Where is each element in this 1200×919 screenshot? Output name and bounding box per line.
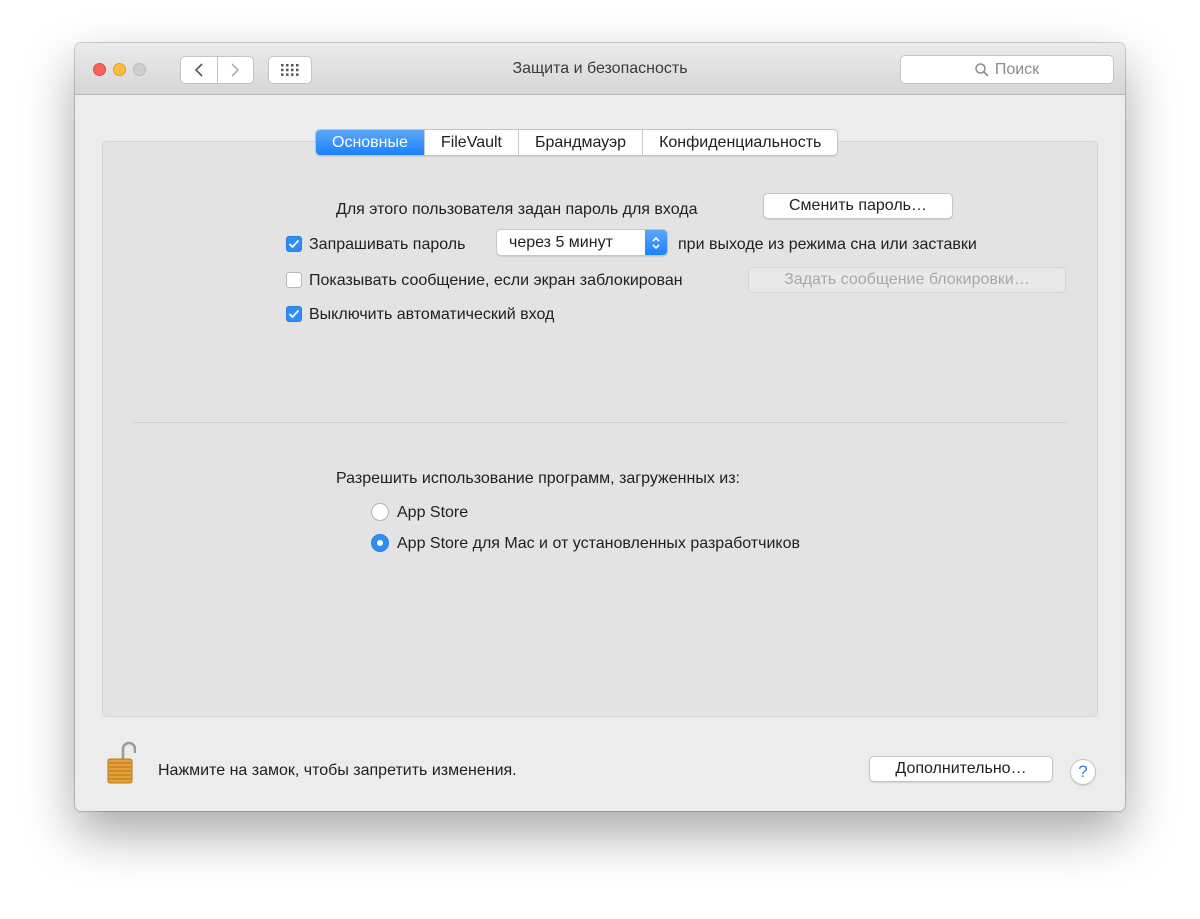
password-delay-select[interactable]: через 5 минут: [496, 229, 668, 256]
help-button[interactable]: ?: [1070, 759, 1096, 785]
search-field[interactable]: Поиск: [900, 55, 1114, 84]
lock-icon[interactable]: [106, 740, 137, 784]
preferences-window: Защита и безопасность Поиск Основные Fil…: [75, 43, 1125, 811]
search-placeholder: Поиск: [994, 60, 1040, 78]
content-panel: [102, 141, 1098, 717]
disable-auto-login-label: Выключить автоматический вход: [309, 306, 555, 323]
require-password-label: Запрашивать пароль: [309, 236, 466, 253]
set-lock-message-button: Задать сообщение блокировки…: [748, 267, 1066, 293]
tab-bar: Основные FileVault Брандмауэр Конфиденци…: [315, 129, 839, 156]
section-divider: [133, 422, 1067, 423]
tab-firewall[interactable]: Брандмауэр: [517, 130, 642, 155]
advanced-button[interactable]: Дополнительно…: [869, 756, 1053, 782]
change-password-button[interactable]: Сменить пароль…: [763, 193, 953, 219]
title-bar: Защита и безопасность Поиск: [75, 43, 1125, 95]
require-password-suffix: при выходе из режима сна или заставки: [678, 236, 977, 253]
radio-app-store[interactable]: [371, 503, 389, 521]
radio-app-store-identified-developers-label: App Store для Mac и от установленных раз…: [397, 535, 800, 552]
radio-app-store-identified-developers[interactable]: [371, 534, 389, 552]
tab-filevault[interactable]: FileVault: [423, 130, 518, 155]
search-icon: [975, 62, 989, 77]
tab-privacy[interactable]: Конфиденциальность: [642, 130, 837, 155]
disable-auto-login-checkbox[interactable]: [286, 306, 302, 322]
lock-status-text: Нажмите на замок, чтобы запретить измене…: [158, 762, 517, 779]
checkmark-icon: [288, 239, 300, 249]
checkmark-icon: [288, 309, 300, 319]
password-set-label: Для этого пользователя задан пароль для …: [336, 201, 698, 218]
radio-app-store-label: App Store: [397, 504, 469, 521]
updown-chevron-icon: [645, 230, 667, 255]
require-password-checkbox[interactable]: [286, 236, 302, 252]
allow-apps-heading: Разрешить использование программ, загруж…: [336, 470, 740, 487]
tab-general[interactable]: Основные: [316, 130, 424, 155]
show-message-label: Показывать сообщение, если экран заблоки…: [309, 272, 683, 289]
password-delay-value: через 5 минут: [509, 234, 613, 251]
show-message-checkbox[interactable]: [286, 272, 302, 288]
radio-dot-icon: [377, 540, 383, 546]
